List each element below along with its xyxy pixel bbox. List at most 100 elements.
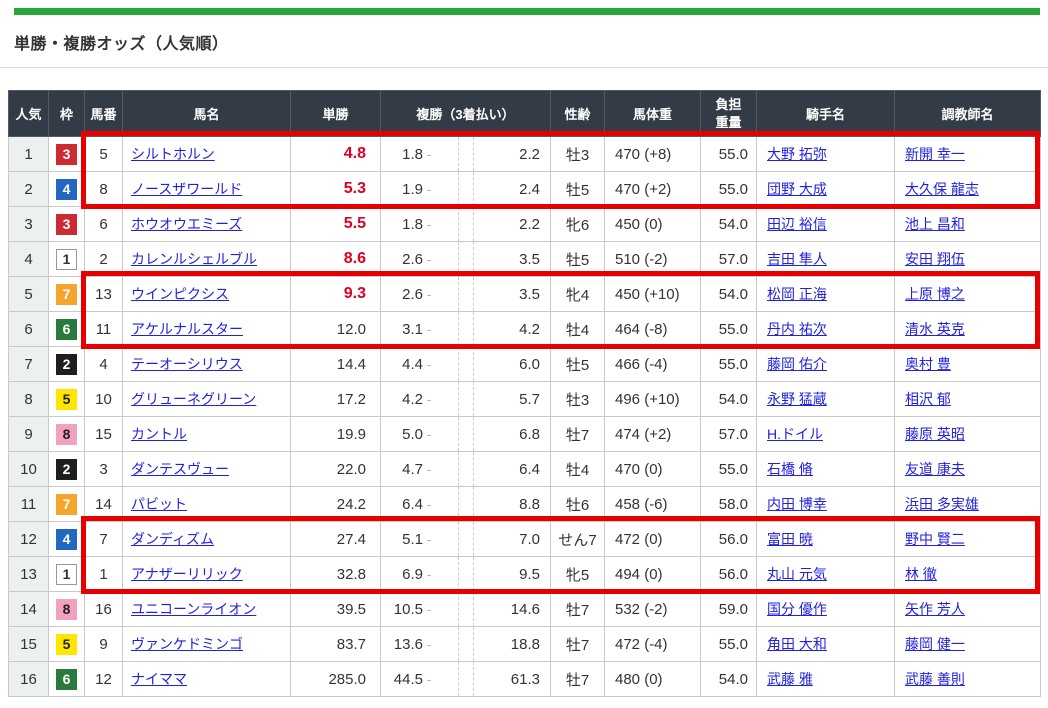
- place-odds-divider: [458, 417, 474, 451]
- horse-name-link[interactable]: シルトホルン: [131, 146, 215, 162]
- trainer-cell: 安田 翔伍: [895, 242, 1041, 277]
- win-odds-cell: 5.5: [291, 207, 381, 242]
- jockey-link[interactable]: 永野 猛蔵: [767, 391, 827, 407]
- win-odds: 8.6: [344, 250, 366, 267]
- horse-name-link[interactable]: テーオーシリウス: [131, 356, 243, 372]
- win-odds-cell: 17.2: [291, 382, 381, 417]
- trainer-link[interactable]: 新開 幸一: [905, 146, 965, 162]
- horse-name-link[interactable]: ヴァンケドミンゴ: [131, 636, 243, 652]
- trainer-link[interactable]: 大久保 龍志: [905, 181, 979, 197]
- rank-cell: 8: [9, 382, 49, 417]
- frame-cell: 8: [49, 417, 85, 452]
- jockey-link[interactable]: 藤岡 佑介: [767, 356, 827, 372]
- jockey-link[interactable]: 田辺 裕信: [767, 216, 827, 232]
- header-carried-weight: 負担重量: [701, 91, 757, 137]
- place-odds-high: 18.8: [474, 636, 550, 653]
- title-divider: [0, 67, 1048, 68]
- place-odds-divider: [458, 592, 474, 626]
- place-odds-high: 6.0: [474, 356, 550, 373]
- trainer-link[interactable]: 矢作 芳人: [905, 601, 965, 617]
- weight-cell: 470 (0): [605, 452, 701, 487]
- jockey-link[interactable]: H.ドイル: [767, 426, 823, 442]
- horse-number-cell: 10: [85, 382, 123, 417]
- frame-badge: 2: [56, 459, 77, 480]
- place-odds-low: 44.5: [381, 671, 423, 688]
- win-odds-cell: 12.0: [291, 312, 381, 347]
- jockey-link[interactable]: 大野 拓弥: [767, 146, 827, 162]
- trainer-cell: 林 徹: [895, 557, 1041, 592]
- horse-name-link[interactable]: アケルナルスター: [131, 321, 243, 337]
- horse-name-link[interactable]: アナザーリリック: [131, 566, 243, 582]
- sex-age-cell: 牡7: [551, 662, 605, 697]
- frame-badge: 1: [56, 564, 77, 585]
- place-odds-cell: 2.6 - 3.5: [381, 277, 551, 312]
- horse-number-cell: 3: [85, 452, 123, 487]
- trainer-cell: 友道 康夫: [895, 452, 1041, 487]
- place-odds-divider: [458, 557, 474, 591]
- accent-bar: [14, 8, 1040, 15]
- trainer-link[interactable]: 藤原 英昭: [905, 426, 965, 442]
- weight-cell: 494 (0): [605, 557, 701, 592]
- rank-cell: 3: [9, 207, 49, 242]
- horse-name-cell: ノースザワールド: [123, 172, 291, 207]
- jockey-link[interactable]: 富田 暁: [767, 531, 813, 547]
- table-row: 10 2 3 ダンテスヴュー 22.0 4.7 - 6.4 牡4 470 (0)…: [9, 452, 1041, 487]
- trainer-link[interactable]: 武藤 善則: [905, 671, 965, 687]
- jockey-link[interactable]: 内田 博幸: [767, 496, 827, 512]
- header-trainer: 調教師名: [895, 91, 1041, 137]
- jockey-link[interactable]: 石橋 脩: [767, 461, 813, 477]
- trainer-link[interactable]: 清水 英克: [905, 321, 965, 337]
- jockey-link[interactable]: 吉田 隼人: [767, 251, 827, 267]
- jockey-link[interactable]: 角田 大和: [767, 636, 827, 652]
- win-odds: 285.0: [328, 671, 366, 688]
- win-odds: 12.0: [337, 321, 366, 338]
- horse-name-link[interactable]: カレンルシェルブル: [131, 251, 257, 267]
- place-odds-divider: [458, 347, 474, 381]
- horse-name-link[interactable]: ホウオウエミーズ: [131, 216, 242, 232]
- place-odds-dash: -: [423, 497, 435, 512]
- horse-name-link[interactable]: パビット: [131, 496, 187, 512]
- horse-name-link[interactable]: ダンディズム: [131, 531, 214, 547]
- horse-name-link[interactable]: ノースザワールド: [131, 181, 242, 197]
- horse-name-link[interactable]: ナイママ: [131, 671, 187, 687]
- horse-number-cell: 11: [85, 312, 123, 347]
- trainer-cell: 上原 博之: [895, 277, 1041, 312]
- trainer-link[interactable]: 上原 博之: [905, 286, 965, 302]
- weight-cell: 470 (+8): [605, 137, 701, 172]
- horse-name-link[interactable]: ウインピクシス: [131, 286, 229, 302]
- horse-name-link[interactable]: カントル: [131, 426, 187, 442]
- jockey-link[interactable]: 国分 優作: [767, 601, 827, 617]
- frame-cell: 7: [49, 487, 85, 522]
- trainer-link[interactable]: 相沢 郁: [905, 391, 951, 407]
- place-odds-dash: -: [423, 147, 435, 162]
- trainer-link[interactable]: 林 徹: [905, 566, 937, 582]
- trainer-link[interactable]: 野中 賢二: [905, 531, 965, 547]
- place-odds-high: 2.2: [474, 216, 550, 233]
- horse-name-cell: アナザーリリック: [123, 557, 291, 592]
- place-odds-low: 4.7: [381, 461, 423, 478]
- horse-name-link[interactable]: グリューネグリーン: [131, 391, 256, 407]
- place-odds-cell: 1.8 - 2.2: [381, 137, 551, 172]
- trainer-cell: 大久保 龍志: [895, 172, 1041, 207]
- win-odds-cell: 9.3: [291, 277, 381, 312]
- place-odds-cell: 4.2 - 5.7: [381, 382, 551, 417]
- trainer-link[interactable]: 浜田 多実雄: [905, 496, 979, 512]
- trainer-link[interactable]: 藤岡 健一: [905, 636, 965, 652]
- jockey-link[interactable]: 丹内 祐次: [767, 321, 827, 337]
- trainer-link[interactable]: 池上 昌和: [905, 216, 965, 232]
- carried-weight-cell: 58.0: [701, 487, 757, 522]
- jockey-link[interactable]: 団野 大成: [767, 181, 827, 197]
- trainer-link[interactable]: 安田 翔伍: [905, 251, 965, 267]
- trainer-link[interactable]: 奥村 豊: [905, 356, 951, 372]
- weight-cell: 458 (-6): [605, 487, 701, 522]
- jockey-link[interactable]: 武藤 雅: [767, 671, 813, 687]
- carried-weight-cell: 57.0: [701, 417, 757, 452]
- jockey-link[interactable]: 松岡 正海: [767, 286, 827, 302]
- win-odds: 4.8: [344, 145, 366, 162]
- win-odds-cell: 14.4: [291, 347, 381, 382]
- horse-name-link[interactable]: ユニコーンライオン: [131, 601, 256, 617]
- place-odds-high: 2.2: [474, 146, 550, 163]
- horse-name-link[interactable]: ダンテスヴュー: [131, 461, 229, 477]
- jockey-link[interactable]: 丸山 元気: [767, 566, 827, 582]
- trainer-link[interactable]: 友道 康夫: [905, 461, 965, 477]
